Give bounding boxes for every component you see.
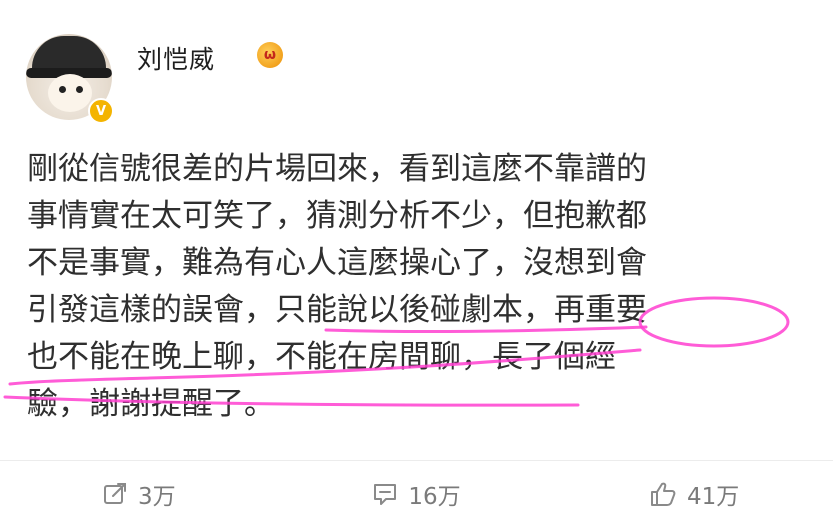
comment-button[interactable]: 16万 <box>278 477 556 511</box>
content-line: 驗，謝謝提醒了。 <box>27 386 275 422</box>
avatar-face <box>48 74 92 112</box>
post-content: 剛從信號很差的片場回來，看到這麼不靠譜的 事情實在太可笑了，猜測分析不少，但抱歉… <box>27 146 817 428</box>
content-line: 也不能在晚上聊，不能在房間聊，長了個經 <box>27 339 616 375</box>
avatar-eye-left <box>59 86 66 93</box>
username[interactable]: 刘恺威 <box>137 40 215 76</box>
content-line: 不是事實，難為有心人這麼操心了，沒想到會 <box>27 245 647 281</box>
thumbs-up-icon <box>651 482 676 506</box>
divider <box>0 460 833 461</box>
edit-share-icon <box>104 482 127 504</box>
comment-icon <box>374 483 397 505</box>
avatar-eye-right <box>76 86 83 93</box>
like-button[interactable]: 41万 <box>555 477 833 511</box>
comment-count: 16万 <box>408 483 461 510</box>
vip-badge-icon[interactable]: ω <box>257 42 283 68</box>
repost-count: 3万 <box>138 483 176 510</box>
verified-badge-icon: V <box>88 98 114 124</box>
weibo-post: V 刘恺威 ω 剛從信號很差的片場回來，看到這麼不靠譜的 事情實在太可笑了，猜測… <box>0 0 833 525</box>
content-line: 剛從信號很差的片場回來，看到這麼不靠譜的 <box>27 151 647 187</box>
content-line: 引發這樣的誤會，只能說以後碰劇本，再重要 <box>27 292 647 328</box>
like-count: 41万 <box>687 483 740 510</box>
repost-button[interactable]: 3万 <box>0 477 278 511</box>
action-bar: 3万 16万 41万 <box>0 462 833 525</box>
content-line: 事情實在太可笑了，猜測分析不少，但抱歉都 <box>27 198 647 234</box>
